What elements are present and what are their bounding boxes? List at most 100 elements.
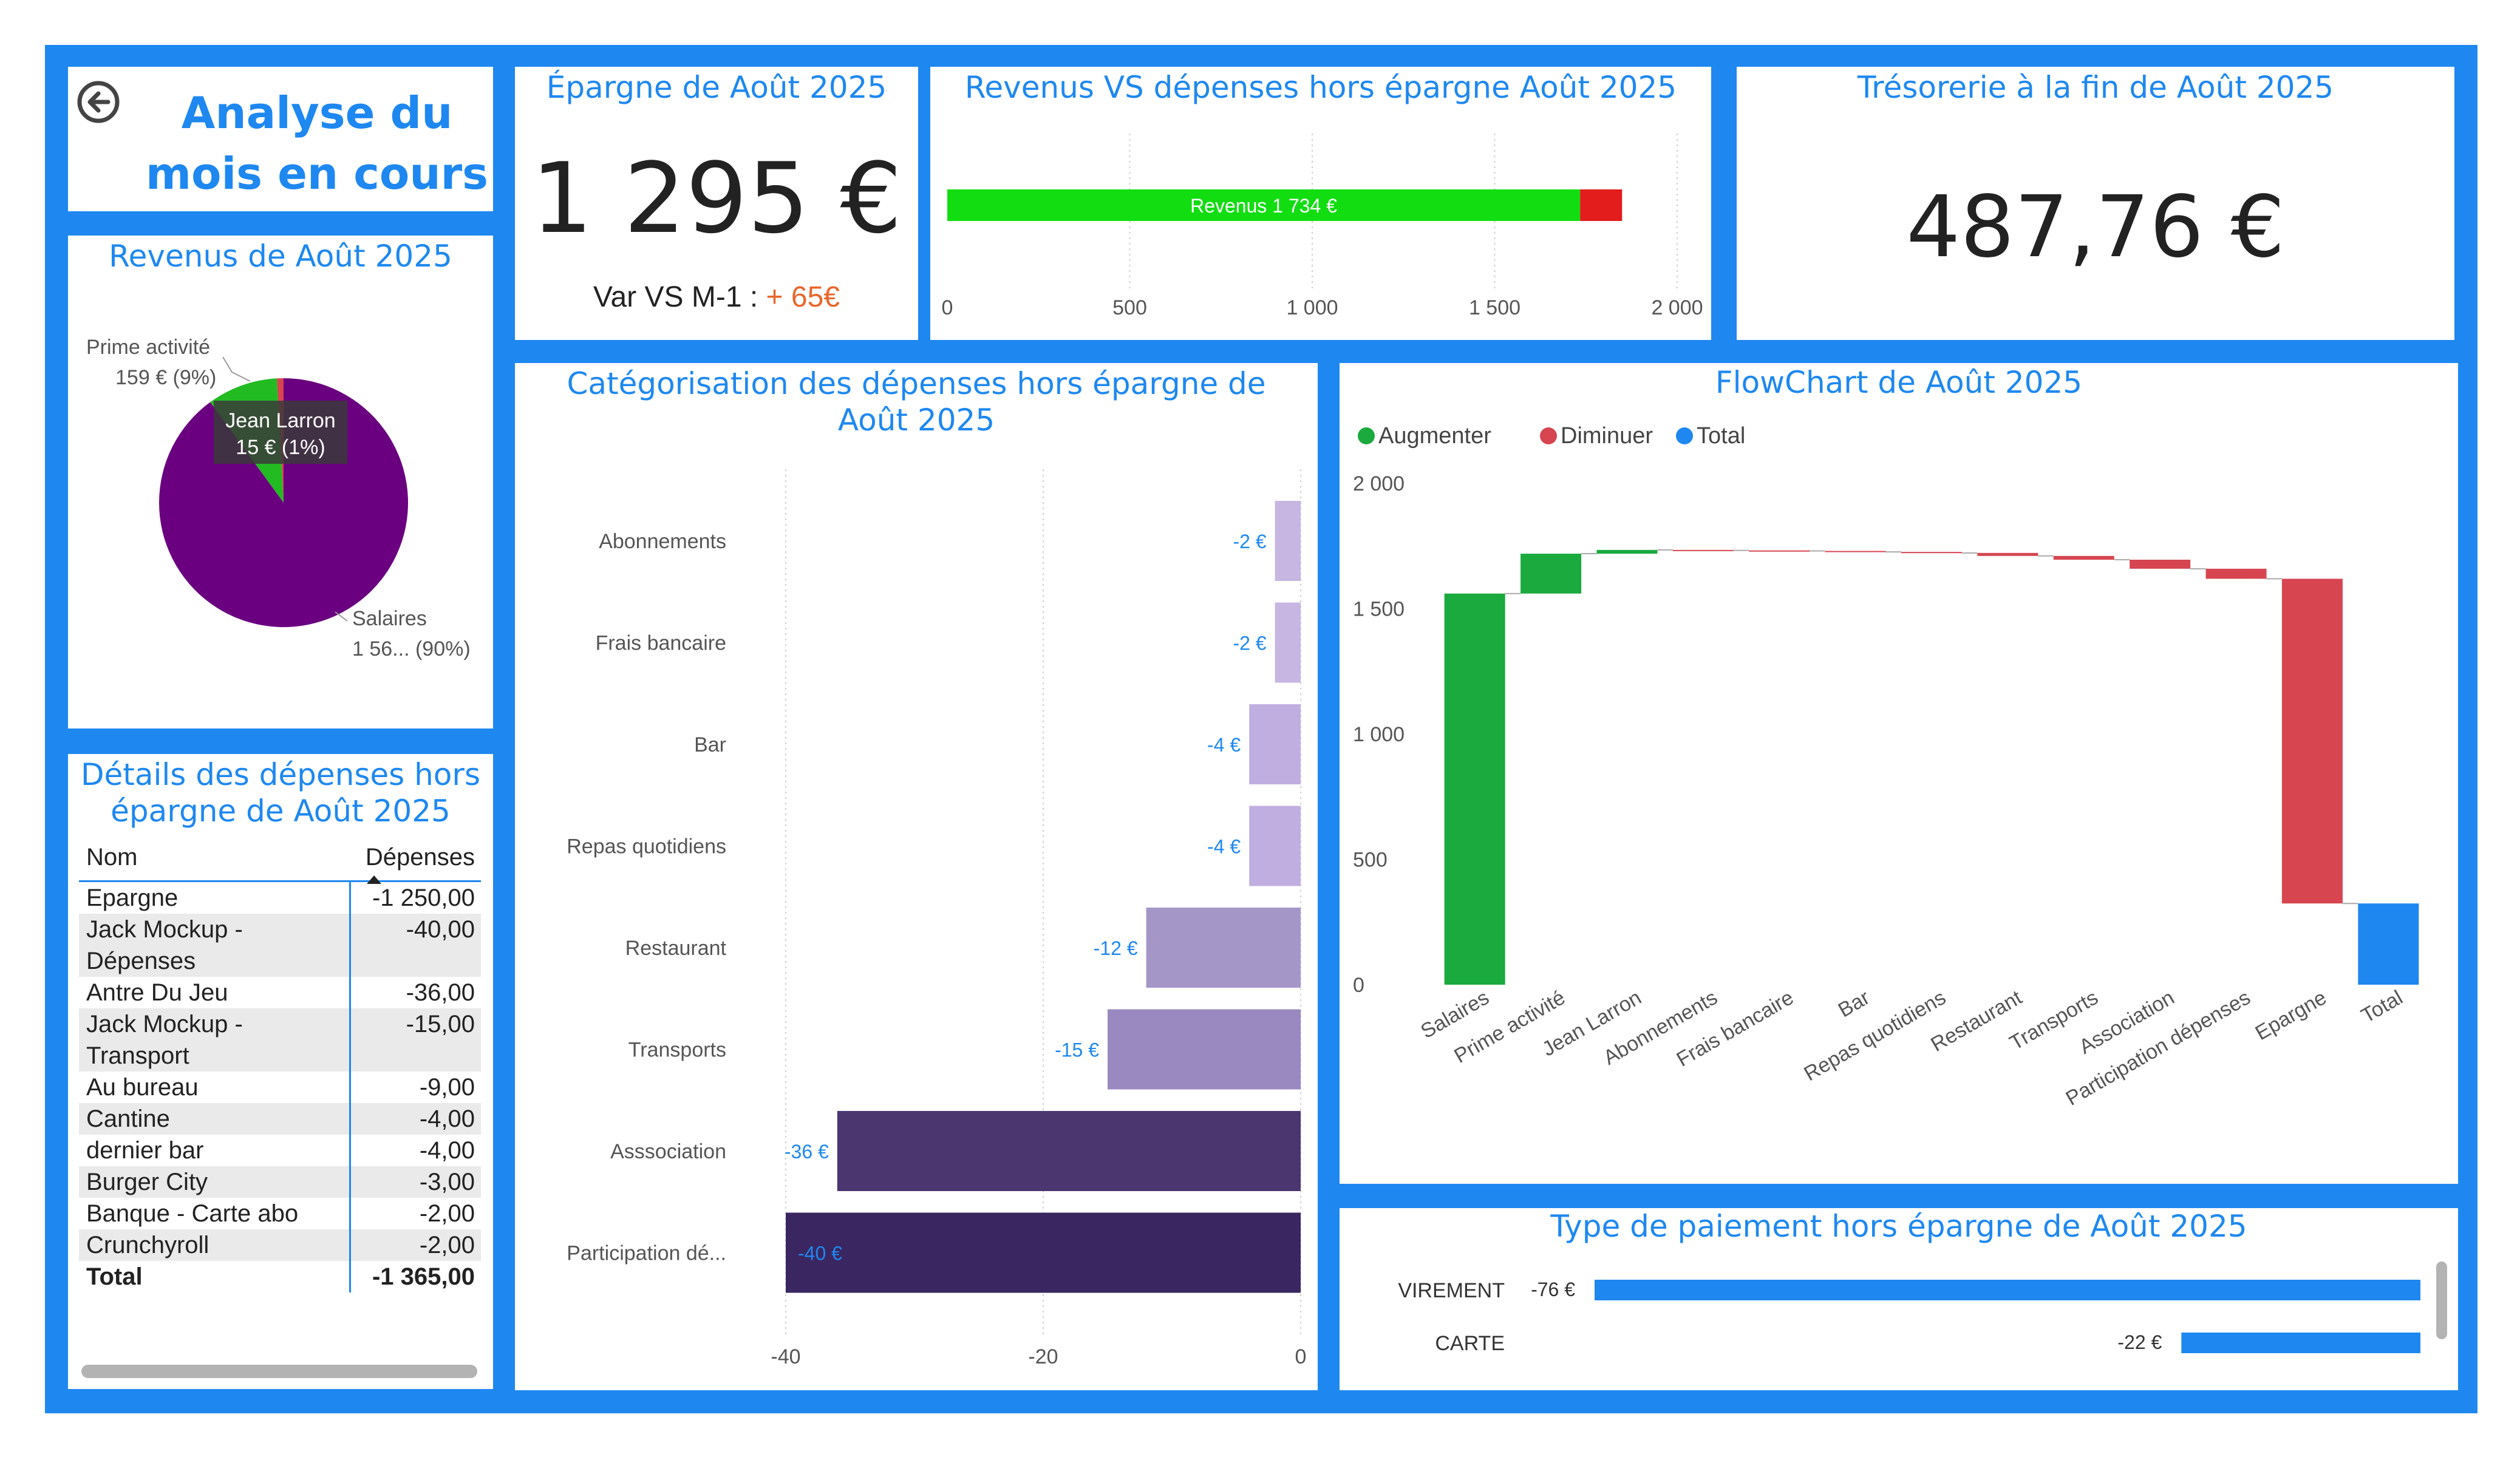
type-paiement-card: Type de paiement hors épargne de Août 20…	[1340, 1208, 2458, 1390]
row-depenses: -36,00	[406, 979, 475, 1006]
back-button[interactable]	[75, 79, 121, 125]
row-nom: Antre Du Jeu	[79, 977, 351, 1008]
row-nom: dernier bar	[79, 1135, 351, 1166]
flow-ytick-label: 0	[1353, 974, 1364, 997]
flow-bar-repas-quotidiens	[1901, 552, 1962, 554]
row-depenses: -9,00	[419, 1074, 475, 1101]
cat-label-repas-quotidiens: Repas quotidiens	[567, 835, 726, 858]
cat-value-label: -12 €	[1094, 937, 1138, 959]
cat-xtick-label: -20	[1028, 1345, 1058, 1368]
categorisation-card: Catégorisation des dépenses hors épargne…	[515, 363, 1318, 1390]
revenus-pie-chart: Prime activité 159 € (9%) Salaires 1 56... …	[86, 336, 471, 661]
flow-bar-abonnements	[1672, 549, 1734, 551]
flow-legend-diminuer: Diminuer	[1561, 423, 1653, 449]
cat-label-frais-bancaire: Frais bancaire	[596, 632, 726, 655]
table-title-line1: Détails des dépenses hors	[80, 757, 480, 792]
cat-value-label: -15 €	[1055, 1039, 1099, 1061]
total-value: -1 365,00	[372, 1263, 475, 1290]
cat-label-restaurant: Restaurant	[625, 937, 727, 960]
flow-xtick-label: Total	[2357, 986, 2406, 1028]
cat-label-abonnements: Abonnements	[599, 530, 726, 553]
revenus-vs-depenses-card: Revenus VS dépenses hors épargne Août 20…	[930, 67, 1711, 340]
pie-leader-prime	[222, 356, 251, 382]
row-nom: Crunchyroll	[79, 1229, 351, 1261]
row-nom-text: Antre Du Jeu	[86, 979, 228, 1006]
row-nom: Epargne	[79, 882, 351, 914]
row-depenses: -1 250,00	[372, 885, 475, 911]
header-card: Analyse du mois en cours	[68, 67, 493, 211]
table-row[interactable]: Crunchyroll -2,00	[79, 1229, 481, 1261]
col-header-nom[interactable]: Nom	[86, 844, 137, 871]
flow-bar-transports	[2053, 555, 2114, 560]
table-row[interactable]: Burger City -3,00	[79, 1166, 481, 1198]
pay-value-label: -76 €	[1531, 1279, 1575, 1300]
flow-bar-total	[2358, 903, 2419, 985]
row-depenses: -2,00	[419, 1232, 475, 1258]
pie-value-prime: 159 € (9%)	[115, 366, 216, 389]
flowchart-card: FlowChart de Août 2025 Augmenter Diminuer…	[1340, 363, 2458, 1184]
pay-label-carte: CARTE	[1435, 1332, 1505, 1355]
table-row[interactable]: Banque - Carte abo -2,00	[79, 1198, 481, 1229]
pie-value-salaires: 1 56... (90%)	[352, 637, 471, 661]
revenus-pie-card: Revenus de Août 2025 Prime activité 159 €…	[68, 236, 493, 728]
row-nom-text: Jack Mockup -	[86, 916, 243, 943]
pie-tooltip-value: 15 € (1%)	[236, 436, 325, 459]
cat-bar-frais-bancaire	[1275, 602, 1301, 683]
cat-bar-transports	[1108, 1009, 1301, 1090]
table-row[interactable]: Epargne -1 250,00	[79, 882, 481, 914]
row-depenses: -2,00	[419, 1200, 475, 1227]
table-row[interactable]: Au bureau -9,00	[79, 1072, 481, 1103]
row-nom: Jack Mockup - Transport	[79, 1008, 351, 1072]
pay-bar-carte	[2181, 1333, 2420, 1353]
flow-legend-dot-diminuer	[1540, 427, 1557, 444]
row-nom: Au bureau	[79, 1072, 351, 1103]
rvd-xtick-label: 2 000	[1651, 296, 1703, 319]
row-nom-text: Crunchyroll	[86, 1232, 209, 1258]
cat-value-label: -40 €	[798, 1243, 842, 1265]
flow-legend-dot-augmenter	[1358, 427, 1375, 444]
tresorerie-card: Trésorerie à la fin de Août 2025 487,76 …	[1737, 67, 2454, 340]
row-nom-text: Epargne	[86, 885, 179, 911]
epargne-title: Épargne de Août 2025	[546, 70, 887, 105]
categorisation-chart: -40 -20 0 Abonnements -2 € Frais bancaire -2 €…	[567, 469, 1307, 1368]
table-row[interactable]: Antre Du Jeu -36,00	[79, 977, 481, 1008]
cat-bar-participation-de	[786, 1212, 1301, 1293]
sort-ascending-icon[interactable]	[367, 875, 381, 884]
table-row[interactable]: Jack Mockup - Transport -15,00	[79, 1008, 481, 1072]
cat-bar-bar	[1249, 704, 1301, 784]
row-nom: Jack Mockup - Dépenses	[79, 914, 351, 977]
pie-leader-salaires	[335, 611, 348, 622]
row-depenses: -15,00	[406, 1011, 475, 1038]
type-paiement-scrollbar[interactable]	[2436, 1262, 2447, 1339]
flow-ytick-label: 1 000	[1353, 723, 1405, 746]
table-scrollbar[interactable]	[81, 1365, 477, 1378]
cat-label-transports: Transports	[628, 1039, 726, 1062]
table-title-line2: épargne de Août 2025	[111, 793, 451, 829]
row-depenses: -40,00	[406, 916, 475, 943]
type-paiement-chart: VIREMENT -76 € CARTE -22 €	[1398, 1279, 2420, 1355]
row-nom-text: Cantine	[86, 1105, 170, 1132]
cat-value-label: -36 €	[785, 1141, 829, 1163]
page-title: Analyse du mois en cours	[141, 83, 493, 204]
row-nom-text: Au bureau	[86, 1074, 199, 1101]
cat-xtick-label: -40	[771, 1345, 800, 1368]
depenses-table: Nom Dépenses Epargne -1 250,00 Jack Mockup…	[79, 844, 481, 1292]
flow-bar-jean-larron	[1596, 549, 1658, 554]
row-nom-text-cont: Dépenses	[86, 948, 196, 974]
cat-xtick-label: 0	[1295, 1345, 1307, 1368]
table-row[interactable]: Jack Mockup - Dépenses -40,00	[79, 914, 481, 977]
col-header-depenses[interactable]: Dépenses	[366, 844, 475, 871]
cat-value-label: -4 €	[1207, 734, 1241, 756]
rvd-xtick-label: 0	[942, 296, 953, 319]
row-nom: Burger City	[79, 1166, 351, 1198]
pay-value-label: -22 €	[2117, 1331, 2162, 1353]
table-row[interactable]: Cantine -4,00	[79, 1103, 481, 1135]
flow-xtick-label: Epargne	[2252, 986, 2331, 1045]
depenses-table-card: Détails des dépenses hors épargne de Aoû…	[68, 754, 493, 1389]
page-title-line1: Analyse du	[181, 87, 453, 138]
back-arrow-icon	[77, 81, 120, 123]
rvd-bar-depenses	[1580, 189, 1623, 221]
table-row[interactable]: dernier bar -4,00	[79, 1135, 481, 1166]
flow-ytick-label: 2 000	[1353, 472, 1405, 495]
row-nom: Cantine	[79, 1103, 351, 1135]
